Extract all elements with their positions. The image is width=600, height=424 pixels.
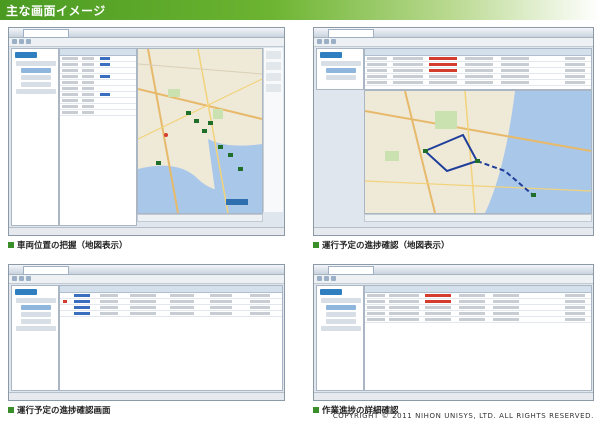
browser-titlebar [314, 265, 593, 275]
nav-item[interactable] [16, 298, 56, 303]
nav-item[interactable] [21, 305, 51, 310]
nav-item[interactable] [326, 319, 356, 324]
map-thumbnail-column [263, 48, 283, 212]
map-legend-bar [364, 214, 592, 222]
caption-schedule-progress-list: 運行予定の進捗確認画面 [8, 404, 111, 416]
reload-icon [331, 276, 336, 281]
vehicle-list [59, 48, 137, 226]
caption-vehicle-position: 車両位置の把握（地図表示） [8, 239, 128, 251]
app-logo-button[interactable] [15, 289, 37, 295]
back-icon [12, 276, 17, 281]
back-icon [12, 39, 17, 44]
browser-titlebar [314, 28, 593, 38]
sidebar-panel [316, 285, 364, 391]
screenshot-work-progress-detail [313, 264, 594, 401]
browser-tab [328, 266, 374, 275]
reload-icon [26, 39, 31, 44]
browser-titlebar [9, 265, 284, 275]
screenshot-schedule-progress-list [8, 264, 285, 401]
schedule-table [364, 48, 592, 90]
app-logo-button[interactable] [320, 52, 342, 58]
nav-item[interactable] [21, 68, 51, 73]
vehicle-map[interactable] [137, 48, 263, 214]
browser-tab [328, 29, 374, 38]
browser-toolbar [9, 275, 284, 284]
nav-item[interactable] [321, 298, 361, 303]
browser-toolbar [314, 275, 593, 284]
caption-bullet-icon [8, 242, 14, 248]
caption-bullet-icon [8, 407, 14, 413]
nav-item[interactable] [16, 61, 56, 66]
caption-bullet-icon [313, 407, 319, 413]
browser-tab [23, 29, 69, 38]
nav-item[interactable] [321, 61, 361, 66]
reload-icon [26, 276, 31, 281]
browser-statusbar [314, 392, 593, 400]
page-title: 主な画面イメージ [6, 4, 106, 18]
back-icon [317, 276, 322, 281]
nav-item[interactable] [326, 312, 356, 317]
browser-toolbar [314, 38, 593, 47]
browser-tab [23, 266, 69, 275]
page-header: 主な画面イメージ [0, 0, 600, 20]
nav-tree [321, 61, 361, 82]
nav-item[interactable] [21, 82, 51, 87]
browser-titlebar [9, 28, 284, 38]
nav-item[interactable] [16, 89, 56, 94]
schedule-list-table [59, 285, 283, 391]
caption-bullet-icon [313, 242, 319, 248]
screenshot-vehicle-position-map [8, 27, 285, 236]
sidebar-panel [316, 48, 364, 90]
browser-statusbar [9, 392, 284, 400]
nav-item[interactable] [21, 319, 51, 324]
nav-item[interactable] [16, 326, 56, 331]
nav-item[interactable] [326, 68, 356, 73]
work-detail-table [364, 285, 592, 391]
nav-item[interactable] [326, 75, 356, 80]
browser-statusbar [9, 227, 284, 235]
reload-icon [331, 39, 336, 44]
app-logo-button[interactable] [320, 289, 342, 295]
forward-icon [19, 276, 24, 281]
map-legend-bar [137, 214, 263, 222]
sidebar-panel [11, 285, 59, 391]
nav-item[interactable] [321, 326, 361, 331]
forward-icon [324, 39, 329, 44]
nav-tree [16, 298, 56, 333]
copyright-notice: COPYRIGHT © 2011 NIHON UNISYS, LTD. ALL … [332, 412, 594, 420]
nav-tree [16, 61, 56, 96]
forward-icon [324, 276, 329, 281]
app-logo-button[interactable] [15, 52, 37, 58]
nav-item[interactable] [326, 305, 356, 310]
nav-item[interactable] [21, 312, 51, 317]
route-map[interactable] [364, 90, 592, 214]
browser-statusbar [314, 227, 593, 235]
caption-schedule-progress-map: 運行予定の進捗確認（地図表示） [313, 239, 450, 251]
screenshot-schedule-progress-map [313, 27, 594, 236]
forward-icon [19, 39, 24, 44]
nav-tree [321, 298, 361, 333]
nav-item[interactable] [21, 75, 51, 80]
browser-toolbar [9, 38, 284, 47]
sidebar-panel [11, 48, 59, 226]
back-icon [317, 39, 322, 44]
